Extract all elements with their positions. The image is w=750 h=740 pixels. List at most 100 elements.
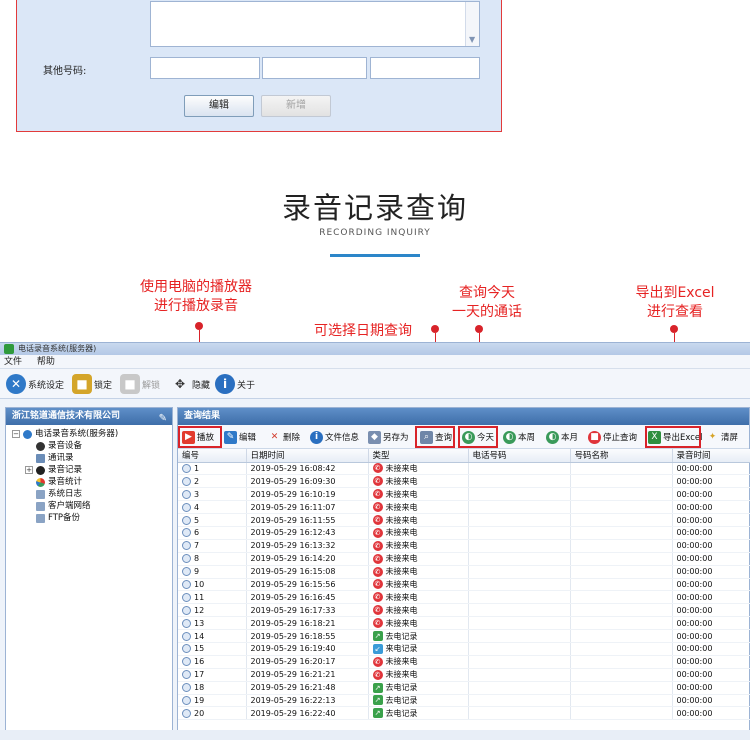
table-row[interactable]: 17 2019-05-29 16:21:21 ✆ 未接来电 00:00:00 bbox=[178, 668, 750, 682]
row-id: 3 bbox=[194, 489, 200, 499]
contacts-icon bbox=[36, 453, 45, 463]
tree-item-network[interactable]: 客户端网络 bbox=[6, 500, 172, 512]
annotation-dot-export bbox=[670, 325, 678, 333]
table-row[interactable]: 8 2019-05-29 16:14:20 ✆ 未接来电 00:00:00 bbox=[178, 552, 750, 566]
table-row[interactable]: 12 2019-05-29 16:17:33 ✆ 未接来电 00:00:00 bbox=[178, 603, 750, 618]
column-header-phone[interactable]: 电话号码 bbox=[468, 449, 571, 463]
cell-datetime: 2019-05-29 16:14:20 bbox=[246, 552, 369, 566]
system-settings-button[interactable]: ✕ 系统设定 bbox=[6, 373, 64, 395]
row-id: 16 bbox=[194, 657, 205, 667]
edit-button[interactable]: 编辑 bbox=[184, 95, 254, 117]
cell-phone bbox=[468, 642, 571, 656]
cell-phone bbox=[468, 539, 571, 553]
this-month-button[interactable]: ◐ 本月 bbox=[546, 428, 578, 446]
textarea-scrollbar[interactable]: ▼ bbox=[465, 2, 479, 46]
table-row[interactable]: 4 2019-05-29 16:11:07 ✆ 未接来电 00:00:00 bbox=[178, 500, 750, 515]
cell-type: ✆ 未接来电 bbox=[368, 513, 469, 527]
row-id: 4 bbox=[194, 502, 200, 512]
cell-datetime: 2019-05-29 16:18:55 bbox=[246, 629, 369, 643]
save-as-button[interactable]: ◆ 另存为 bbox=[368, 428, 409, 446]
cell-type: ✆ 未接来电 bbox=[368, 668, 469, 682]
this-week-button[interactable]: ◐ 本周 bbox=[503, 428, 535, 446]
tree-item-label: 客户端网络 bbox=[48, 501, 91, 511]
table-row[interactable]: 5 2019-05-29 16:11:55 ✆ 未接来电 00:00:00 bbox=[178, 513, 750, 527]
row-id: 13 bbox=[194, 618, 205, 628]
cell-id: 11 bbox=[178, 590, 247, 605]
tree-item-ftp[interactable]: FTP备份 bbox=[6, 512, 172, 524]
add-button[interactable]: 新增 bbox=[261, 95, 331, 117]
expand-icon[interactable]: + bbox=[25, 466, 33, 474]
tree-item-records[interactable]: + 录音记录 bbox=[6, 464, 172, 476]
cell-type: ✆ 未接来电 bbox=[368, 603, 469, 618]
annotation-export: 导出到Excel 进行查看 bbox=[612, 284, 738, 322]
cell-phone bbox=[468, 629, 571, 643]
other-number-field-1[interactable] bbox=[150, 57, 260, 79]
cell-type: ✆ 未接来电 bbox=[368, 539, 469, 553]
column-header-name[interactable]: 号码名称 bbox=[570, 449, 673, 463]
cell-id: 2 bbox=[178, 474, 247, 489]
device-icon bbox=[36, 441, 45, 451]
unlock-button[interactable]: ■ 解锁 bbox=[120, 373, 160, 395]
cell-id: 6 bbox=[178, 526, 247, 540]
table-row[interactable]: 1 2019-05-29 16:08:42 ✆ 未接来电 00:00:00 bbox=[178, 462, 750, 476]
edit-record-button[interactable]: ✎ 编辑 bbox=[224, 428, 256, 446]
table-row[interactable]: 13 2019-05-29 16:18:21 ✆ 未接来电 00:00:00 bbox=[178, 616, 750, 631]
table-row[interactable]: 19 2019-05-29 16:22:13 ↗ 去电记录 00:00:00 bbox=[178, 694, 750, 708]
clear-screen-button[interactable]: ✦ 清屏 bbox=[706, 428, 738, 446]
cell-duration: 00:00:00 bbox=[672, 487, 750, 502]
record-icon bbox=[182, 567, 191, 577]
column-header-type[interactable]: 类型 bbox=[368, 449, 469, 463]
cell-datetime: 2019-05-29 16:09:30 bbox=[246, 474, 369, 489]
about-button[interactable]: i 关于 bbox=[215, 373, 255, 395]
tree-item-contacts[interactable]: 通讯录 bbox=[6, 452, 172, 464]
lock-button[interactable]: ■ 锁定 bbox=[72, 373, 112, 395]
table-row[interactable]: 3 2019-05-29 16:10:19 ✆ 未接来电 00:00:00 bbox=[178, 487, 750, 502]
table-row[interactable]: 2 2019-05-29 16:09:30 ✆ 未接来电 00:00:00 bbox=[178, 474, 750, 489]
table-row[interactable]: 7 2019-05-29 16:13:32 ✆ 未接来电 00:00:00 bbox=[178, 539, 750, 553]
cell-datetime: 2019-05-29 16:12:43 bbox=[246, 526, 369, 540]
tree-item-stats[interactable]: 录音统计 bbox=[6, 476, 172, 488]
notes-textarea[interactable]: ▼ bbox=[150, 1, 480, 47]
table-row[interactable]: 14 2019-05-29 16:18:55 ↗ 去电记录 00:00:00 bbox=[178, 629, 750, 643]
cell-type: ✆ 未接来电 bbox=[368, 500, 469, 515]
row-id: 8 bbox=[194, 554, 200, 564]
cell-duration: 00:00:00 bbox=[672, 629, 750, 643]
other-number-field-3[interactable] bbox=[370, 57, 480, 79]
table-row[interactable]: 9 2019-05-29 16:15:08 ✆ 未接来电 00:00:00 bbox=[178, 565, 750, 579]
table-row[interactable]: 18 2019-05-29 16:21:48 ↗ 去电记录 00:00:00 bbox=[178, 681, 750, 695]
column-header-id[interactable]: 编号 bbox=[178, 449, 247, 463]
table-row[interactable]: 11 2019-05-29 16:16:45 ✆ 未接来电 00:00:00 bbox=[178, 590, 750, 605]
other-number-field-2[interactable] bbox=[262, 57, 367, 79]
pin-icon[interactable]: ✎ bbox=[159, 410, 167, 427]
file-info-button[interactable]: i 文件信息 bbox=[310, 428, 359, 446]
scroll-down-icon[interactable]: ▼ bbox=[469, 35, 475, 44]
table-row[interactable]: 16 2019-05-29 16:20:17 ✆ 未接来电 00:00:00 bbox=[178, 655, 750, 669]
stop-query-button[interactable]: ■ 停止查询 bbox=[588, 428, 637, 446]
call-in-icon: ↙ bbox=[372, 643, 383, 654]
delete-button[interactable]: ✕ 删除 bbox=[268, 428, 300, 446]
cell-id: 10 bbox=[178, 578, 247, 592]
tree-item-label: 电话录音系统(服务器) bbox=[35, 429, 119, 439]
cell-type: ✆ 未接来电 bbox=[368, 552, 469, 566]
table-row[interactable]: 6 2019-05-29 16:12:43 ✆ 未接来电 00:00:00 bbox=[178, 526, 750, 540]
table-row[interactable]: 10 2019-05-29 16:15:56 ✆ 未接来电 00:00:00 bbox=[178, 578, 750, 592]
tree-item-system[interactable]: − 电话录音系统(服务器) bbox=[6, 428, 172, 440]
menu-help[interactable]: 帮助 bbox=[37, 357, 55, 367]
cell-id: 5 bbox=[178, 513, 247, 527]
call-out-icon: ↗ bbox=[372, 682, 383, 693]
table-row[interactable]: 15 2019-05-29 16:19:40 ↙ 来电记录 00:00:00 bbox=[178, 642, 750, 656]
tree-item-log[interactable]: 系统日志 bbox=[6, 488, 172, 500]
tree-item-devices[interactable]: 录音设备 bbox=[6, 440, 172, 452]
collapse-icon[interactable]: − bbox=[12, 430, 20, 438]
hide-button[interactable]: ✥ 隐藏 bbox=[170, 373, 210, 395]
table-row[interactable]: 20 2019-05-29 16:22:40 ↗ 去电记录 00:00:00 bbox=[178, 706, 750, 721]
annotation-play-line1: 使用电脑的播放器 bbox=[140, 279, 252, 295]
column-header-duration[interactable]: 录音时间 bbox=[672, 449, 750, 463]
row-type: 未接来电 bbox=[385, 554, 418, 564]
menu-file[interactable]: 文件 bbox=[4, 357, 22, 367]
records-icon bbox=[36, 465, 45, 475]
column-header-datetime[interactable]: 日期时间 bbox=[246, 449, 369, 463]
lock-icon: ■ bbox=[72, 374, 92, 394]
row-type: 未接来电 bbox=[385, 618, 418, 628]
cell-type: ✆ 未接来电 bbox=[368, 590, 469, 605]
